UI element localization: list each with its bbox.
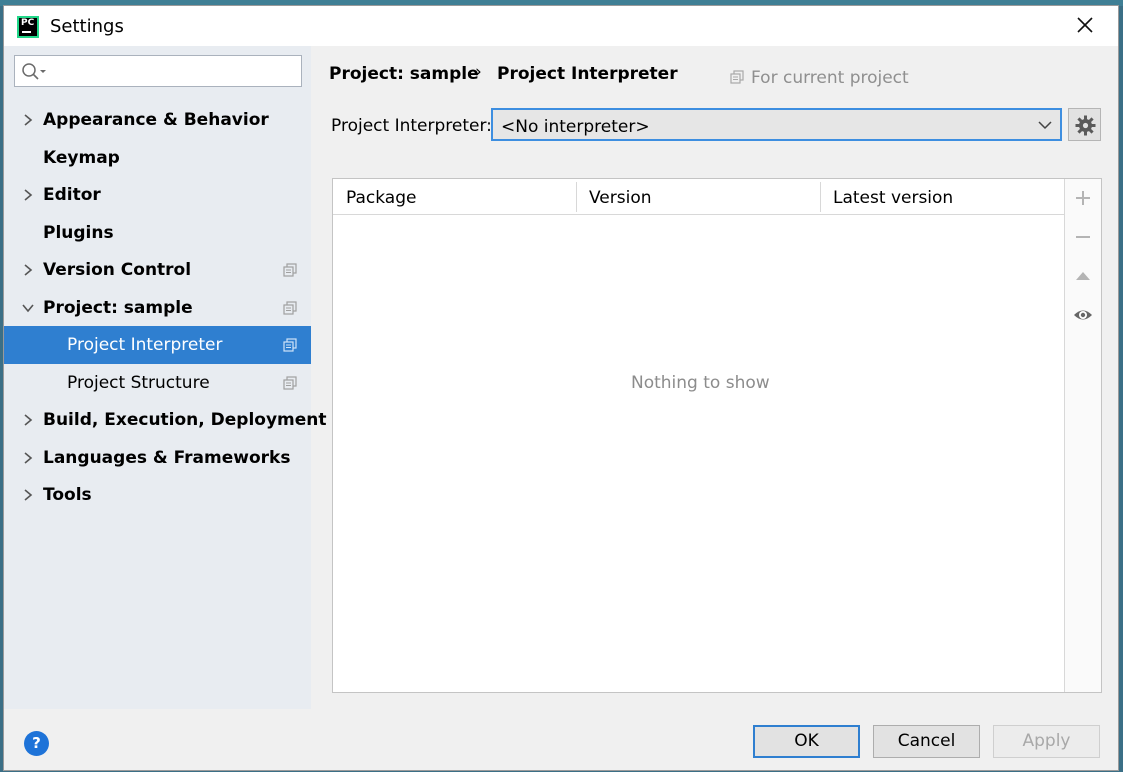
project-scope-icon [283, 263, 297, 277]
sidebar-item[interactable]: Plugins [4, 214, 311, 252]
remove-package-button[interactable] [1073, 227, 1093, 247]
sidebar-item[interactable]: Project: sample [4, 289, 311, 327]
show-early-releases-button[interactable] [1073, 305, 1093, 325]
upgrade-icon [1076, 272, 1090, 280]
interpreter-label: Project Interpreter: [331, 116, 492, 136]
add-icon [1076, 191, 1090, 205]
help-button[interactable]: ? [24, 731, 49, 756]
sidebar-item[interactable]: Project Interpreter [4, 326, 311, 364]
sidebar-item-label: Build, Execution, Deployment [43, 410, 327, 430]
project-scope-icon [283, 300, 297, 315]
search-icon [22, 63, 46, 80]
chevron-right-icon[interactable] [21, 451, 35, 465]
sidebar-item[interactable]: Appearance & Behavior [4, 101, 311, 139]
sidebar-item[interactable]: Tools [4, 476, 311, 514]
search-text-field[interactable] [51, 59, 296, 83]
ok-button[interactable]: OK [753, 725, 860, 758]
sidebar-item[interactable]: Keymap [4, 139, 311, 177]
column-header-package[interactable]: Package [346, 188, 416, 208]
sidebar-item-label: Project Structure [67, 372, 210, 393]
sidebar-item-label: Editor [43, 185, 101, 205]
sidebar-item-label: Tools [43, 485, 92, 505]
upgrade-package-button[interactable] [1073, 266, 1093, 286]
sidebar-item-label: Plugins [43, 222, 114, 243]
apply-button[interactable]: Apply [993, 725, 1100, 758]
chevron-down-icon [1038, 121, 1052, 130]
chevron-down-icon[interactable] [21, 301, 35, 315]
chevron-right-icon[interactable] [21, 188, 35, 202]
gear-icon [1075, 115, 1096, 136]
chevron-right-icon[interactable] [21, 488, 35, 502]
project-scope-icon [283, 338, 297, 352]
app-icon-text: PC [21, 18, 35, 28]
breadcrumb-separator: › [475, 62, 482, 82]
chevron-right-icon[interactable] [21, 263, 35, 277]
search-input[interactable] [14, 55, 302, 87]
close-button[interactable] [1072, 12, 1098, 38]
sidebar-item-label: Languages & Frameworks [43, 447, 291, 468]
interpreter-settings-button[interactable] [1068, 108, 1101, 141]
project-scope-icon [283, 375, 297, 390]
chevron-right-icon[interactable] [21, 113, 35, 127]
breadcrumb-current: Project Interpreter [497, 64, 678, 84]
sidebar-item-label: Appearance & Behavior [43, 110, 269, 130]
sidebar-item[interactable]: Version Control [4, 251, 311, 289]
settings-sidebar: Appearance & Behavior Keymap Editor Plugins… [4, 46, 327, 709]
scope-hint-text: For current project [751, 68, 909, 88]
table-header: Package Version Latest version [333, 179, 1064, 215]
window-title: Settings [50, 16, 124, 37]
sidebar-item[interactable]: Build, Execution, Deployment [4, 401, 327, 439]
sidebar-item-label: Project Interpreter [67, 335, 223, 355]
table-toolbar [1064, 179, 1101, 692]
interpreter-value: <No interpreter> [501, 117, 650, 137]
settings-dialog: PC Settings Appearance & Behavior Keymap E… [3, 5, 1119, 771]
chevron-right-icon[interactable] [21, 413, 35, 427]
sidebar-item-label: Version Control [43, 260, 192, 280]
cancel-button[interactable]: Cancel [873, 725, 980, 758]
sidebar-item-label: Keymap [43, 147, 120, 168]
title-bar: PC Settings [4, 6, 1118, 46]
remove-icon [1076, 236, 1090, 238]
pycharm-logo-icon: PC [17, 16, 39, 38]
sidebar-item[interactable]: Project Structure [4, 364, 311, 402]
sidebar-item[interactable]: Languages & Frameworks [4, 439, 311, 477]
column-header-latest-version[interactable]: Latest version [833, 188, 953, 208]
interpreter-dropdown[interactable]: <No interpreter> [491, 108, 1062, 141]
close-icon [1077, 17, 1093, 33]
empty-table-message: Nothing to show [631, 373, 770, 393]
eye-icon [1074, 310, 1092, 320]
add-package-button[interactable] [1073, 188, 1093, 208]
sidebar-item-label: Project: sample [43, 297, 193, 318]
breadcrumb-parent[interactable]: Project: sample [329, 64, 479, 84]
column-header-version[interactable]: Version [589, 188, 652, 208]
packages-table: Package Version Latest version Nothing t… [332, 178, 1102, 693]
sidebar-item[interactable]: Editor [4, 176, 311, 214]
project-scope-icon [730, 70, 744, 84]
